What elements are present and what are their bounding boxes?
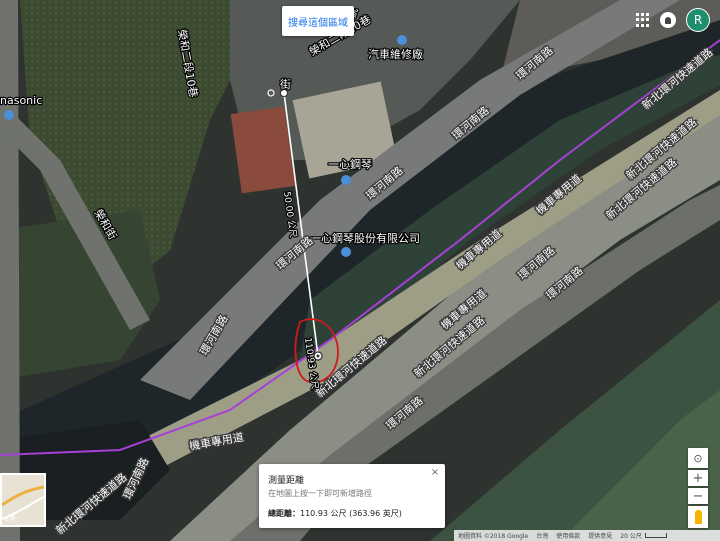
map-data-credit: 地圖資料 ©2018 Google bbox=[458, 533, 529, 540]
piano-pin[interactable] bbox=[341, 175, 351, 185]
feedback-link[interactable]: 提供意見 bbox=[588, 531, 612, 540]
satellite-map[interactable]: 榮和二段10巷 榮和二段10巷 nasonic 汽車維修廠 50 號 一心鋼琴 … bbox=[0, 0, 720, 541]
pegman-icon[interactable] bbox=[688, 506, 708, 528]
panasonic-pin[interactable] bbox=[4, 110, 14, 120]
terms-link[interactable]: 使用條款 bbox=[556, 531, 580, 540]
measure-distance-panel: 測量距離 在地圖上按一下即可新增路徑 總距離：110.93 公尺 (363.96… bbox=[259, 464, 445, 528]
minimap-label: 衛星 bbox=[4, 516, 17, 523]
zoom-in-button[interactable]: + bbox=[688, 470, 708, 486]
top-right-toolbar: R bbox=[636, 8, 710, 32]
notifications-icon[interactable] bbox=[660, 12, 676, 28]
total-distance-value: 110.93 公尺 (363.96 英尺) bbox=[300, 509, 402, 518]
apps-grid-icon[interactable] bbox=[636, 13, 650, 27]
zoom-out-button[interactable]: − bbox=[688, 488, 708, 504]
label-panasonic: nasonic bbox=[0, 94, 42, 107]
label-lane-small: 街 bbox=[280, 77, 291, 91]
auto-repair-pin[interactable] bbox=[397, 35, 407, 45]
scale-label: 20 公尺 bbox=[620, 533, 642, 540]
scale-line bbox=[644, 533, 667, 538]
total-distance: 總距離：110.93 公尺 (363.96 英尺) bbox=[268, 508, 402, 519]
label-auto-repair: 汽車維修廠 bbox=[368, 47, 423, 61]
label-yixin-piano: 一心鋼琴 bbox=[328, 157, 372, 171]
layer-toggle-minimap[interactable]: 衛星 bbox=[0, 473, 46, 527]
total-distance-label: 總距離： bbox=[268, 509, 300, 518]
measure-title: 測量距離 bbox=[268, 476, 305, 486]
scale-bar[interactable]: 20 公尺 bbox=[620, 531, 667, 540]
label-yixin-company: 一心鋼琴股份有限公司 bbox=[310, 231, 420, 245]
piano-company-pin[interactable] bbox=[341, 247, 351, 257]
account-avatar[interactable]: R bbox=[686, 8, 710, 32]
close-button[interactable]: × bbox=[429, 467, 441, 479]
search-this-area-button[interactable]: 搜尋這個區域 bbox=[282, 6, 354, 36]
locate-button[interactable]: ⊙ bbox=[688, 448, 708, 468]
region-label: 台灣 bbox=[536, 533, 549, 540]
measure-hint: 在地圖上按一下即可新增路徑 bbox=[268, 489, 372, 498]
map-footer: 地圖資料 ©2018 Google 台灣 使用條款 提供意見 20 公尺 bbox=[454, 530, 720, 541]
